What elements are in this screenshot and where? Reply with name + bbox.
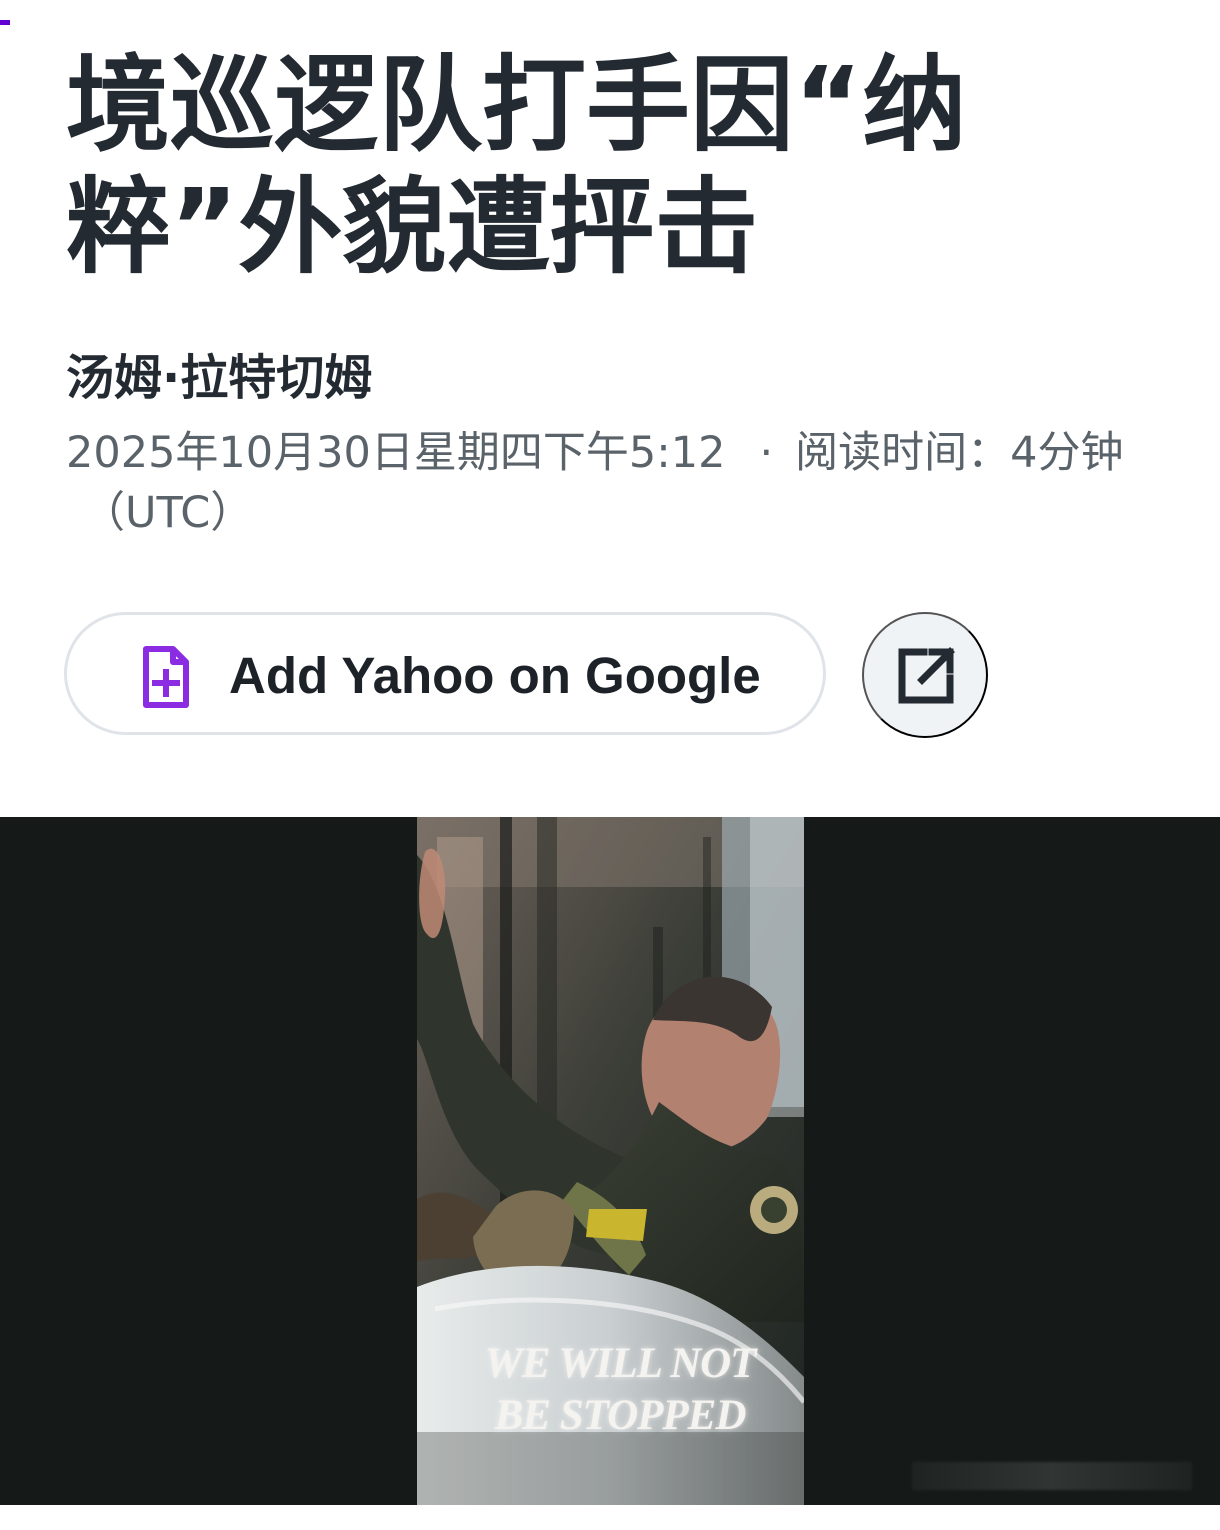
add-yahoo-on-google-button[interactable]: Add Yahoo on Google: [64, 612, 826, 735]
reading-time: 阅读时间：4分钟: [795, 428, 1124, 478]
share-external-button[interactable]: [862, 612, 988, 738]
add-yahoo-on-google-label: Add Yahoo on Google: [229, 647, 761, 704]
article-meta: 2025年10月30日星期四下午5:12 · 阅读时间：4分钟 （UTC）: [66, 423, 1186, 543]
document-plus-icon: [142, 646, 190, 708]
video-player[interactable]: WE WILL NOT BE STOPPED: [0, 817, 1220, 1505]
video-frame: WE WILL NOT BE STOPPED: [417, 817, 804, 1505]
article-actions: Add Yahoo on Google: [64, 612, 1004, 740]
article-header: 境巡逻队打手因“纳粹”外貌遭抨击: [66, 44, 1176, 288]
timezone-label: （UTC）: [82, 488, 254, 538]
meta-separator: ·: [759, 428, 774, 478]
external-link-icon: [898, 647, 955, 704]
article-title: 境巡逻队打手因“纳粹”外貌遭抨击: [66, 44, 967, 288]
top-accent-bar: [0, 20, 10, 25]
page-bottom-space: [0, 1505, 1220, 1530]
author-name[interactable]: 汤姆·拉特切姆: [66, 343, 372, 413]
publish-date: 2025年10月30日星期四下午5:12: [66, 428, 726, 478]
watermark-text: [912, 1462, 1192, 1490]
video-caption: WE WILL NOT BE STOPPED: [484, 1340, 757, 1439]
